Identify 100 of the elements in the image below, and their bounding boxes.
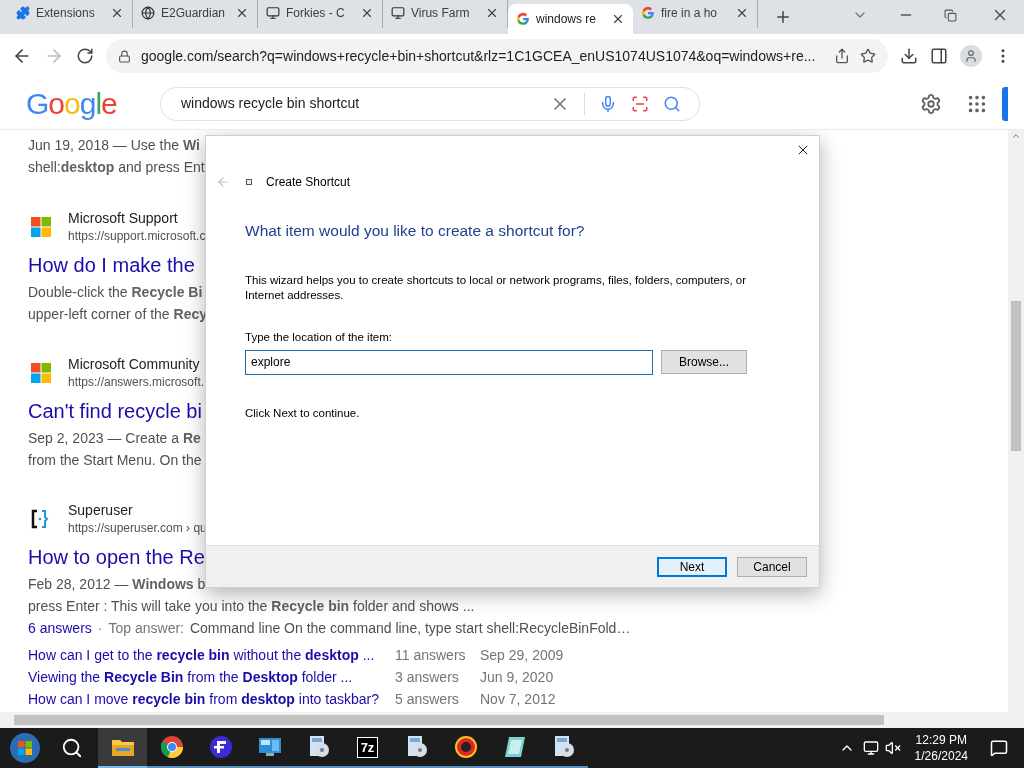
clock-time: 12:29 PM <box>915 732 967 748</box>
result-snippet: Sep 2, 2023 — Create a Re <box>28 429 201 448</box>
monitor-icon <box>257 736 282 758</box>
close-icon[interactable] <box>235 6 249 20</box>
scrollbar-thumb[interactable] <box>14 715 884 725</box>
settings-icon[interactable] <box>920 92 942 115</box>
close-icon[interactable] <box>485 6 499 20</box>
related-question-link[interactable]: Viewing the Recycle Bin from the Desktop folder ... <box>28 666 395 688</box>
top-answer-text: Command line On the command line, type start shell:RecycleBinFold… <box>189 619 631 638</box>
answer-count: 5 answers <box>395 690 460 709</box>
notebook-icon <box>502 735 527 759</box>
bracket-logo-icon <box>31 509 49 529</box>
next-button[interactable]: Next <box>657 556 727 577</box>
chrome-logo-icon <box>159 735 184 759</box>
archive-app-icon: 7z <box>356 736 379 758</box>
result-snippet: from the Start Menu. On the <box>28 451 202 470</box>
lock-icon <box>118 49 131 63</box>
top-answer-label: Top answer: <box>108 619 184 638</box>
download-icon[interactable] <box>900 47 918 65</box>
address-bar[interactable]: google.com/search?q=windows+recycle+bin+shortcut&rlz=1C1GCEA_enUS1074US1074&oq=windows+re... <box>106 39 888 73</box>
tab-title: Virus Farm <box>411 5 471 22</box>
search-query: windows recycle bin shortcut <box>181 94 361 113</box>
google-logo[interactable]: Google <box>26 88 160 119</box>
tab-title: fire in a ho <box>661 5 719 22</box>
reload-icon[interactable] <box>76 47 94 65</box>
computer-icon <box>391 6 405 20</box>
sign-in-button[interactable] <box>1002 86 1008 121</box>
camera-search-icon[interactable] <box>631 94 649 113</box>
clock[interactable]: 12:29 PM 1/26/2024 <box>908 732 974 764</box>
dialog-title: Create Shortcut <box>266 174 351 191</box>
clock-date: 1/26/2024 <box>914 748 968 764</box>
close-icon[interactable] <box>110 6 124 20</box>
profile-avatar[interactable] <box>960 45 982 67</box>
answers-link[interactable]: 6 answers <box>28 617 92 639</box>
answer-count: 11 answers <box>395 646 467 665</box>
close-icon[interactable] <box>360 6 374 20</box>
google-icon <box>641 6 655 20</box>
restore-icon[interactable] <box>944 9 957 22</box>
ring-logo-icon <box>453 735 478 759</box>
microphone-icon[interactable] <box>599 94 617 113</box>
site-url: https://answers.microsoft. <box>68 374 205 391</box>
browser-tab[interactable]: E2Guardian <box>133 0 258 28</box>
taskbar-app[interactable]: 7z <box>343 728 392 768</box>
related-question-link[interactable]: How can I get to the recycle bin without the desktop ... <box>28 644 395 666</box>
result-title-link[interactable]: How to open the Re <box>28 543 205 571</box>
result-title-link[interactable]: How do I make the <box>28 251 195 279</box>
windows-orb-icon <box>9 732 41 764</box>
shortcut-icon <box>246 179 252 185</box>
browser-tab[interactable]: Forkies - C <box>258 0 383 28</box>
close-icon[interactable] <box>735 6 749 20</box>
new-tab-icon[interactable] <box>774 8 792 26</box>
notifications-icon[interactable] <box>990 739 1008 757</box>
result-snippet: upper-left corner of the Recy <box>28 305 207 324</box>
side-panel-icon[interactable] <box>930 47 948 65</box>
app-logo-icon <box>208 735 233 759</box>
result-snippet: Feb 28, 2012 — Windows b <box>28 575 206 594</box>
share-icon[interactable] <box>834 48 850 64</box>
separator-dot: · <box>97 619 103 638</box>
url-text: google.com/search?q=windows+recycle+bin+shortcut&rlz=1C1GCEA_enUS1074US1074&oq=windows+re... <box>141 46 817 66</box>
search-icon[interactable] <box>61 737 83 759</box>
tab-title: Forkies - C <box>286 5 346 22</box>
result-snippet: Jun 19, 2018 — Use the Wi <box>28 136 200 155</box>
answer-count: 3 answers <box>395 668 460 687</box>
taskbar-app[interactable] <box>98 728 147 768</box>
answer-date: Jun 9, 2020 <box>480 668 554 687</box>
folder-icon <box>110 737 135 757</box>
result-snippet: shell:desktop and press Ent <box>28 158 205 177</box>
result-snippet: Double-click the Recycle Bi <box>28 283 203 302</box>
browse-button[interactable]: Browse... <box>661 350 747 374</box>
puzzle-icon <box>16 6 30 20</box>
dialog-hint: Click Next to continue. <box>245 405 360 421</box>
browser-tab[interactable]: Extensions <box>8 0 133 28</box>
volume-muted-icon[interactable] <box>884 740 901 756</box>
tab-title: Extensions <box>36 5 96 22</box>
browser-tab[interactable]: fire in a ho <box>633 0 758 28</box>
site-url: https://support.microsoft.c <box>68 228 206 245</box>
site-name: Microsoft Support <box>68 209 179 227</box>
horizontal-scrollbar[interactable] <box>0 712 1024 728</box>
dialog-description: This wizard helps you to create shortcuts to local or network programs, files, folders, computers, or Internet addresses. <box>245 273 748 304</box>
scrollbar-thumb[interactable] <box>1011 301 1021 451</box>
field-label: Type the location of the item: <box>245 330 393 346</box>
windows-logo-icon <box>31 217 51 237</box>
bookmark-star-icon[interactable] <box>860 48 876 64</box>
google-icon <box>516 12 530 26</box>
computer-icon <box>266 6 280 20</box>
answer-date: Nov 7, 2012 <box>480 690 556 709</box>
result-title-link[interactable]: Can't find recycle bi <box>28 397 202 425</box>
site-name: Superuser <box>68 501 134 519</box>
site-name: Microsoft Community <box>68 355 201 373</box>
scroll-up-icon[interactable] <box>1011 131 1021 141</box>
network-icon[interactable] <box>862 740 879 756</box>
cancel-button[interactable]: Cancel <box>737 556 807 577</box>
related-question-link[interactable]: How can I move recycle bin from desktop into taskbar? <box>28 688 395 710</box>
vertical-scrollbar[interactable] <box>1008 130 1024 712</box>
browser-tab[interactable]: windows re <box>508 4 633 34</box>
location-input-field[interactable]: explore <box>245 349 653 375</box>
tab-title: E2Guardian <box>161 5 227 22</box>
windows-logo-icon <box>31 363 51 383</box>
dialog-heading: What item would you like to create a shortcut for? <box>245 221 585 241</box>
close-icon[interactable] <box>611 12 625 26</box>
